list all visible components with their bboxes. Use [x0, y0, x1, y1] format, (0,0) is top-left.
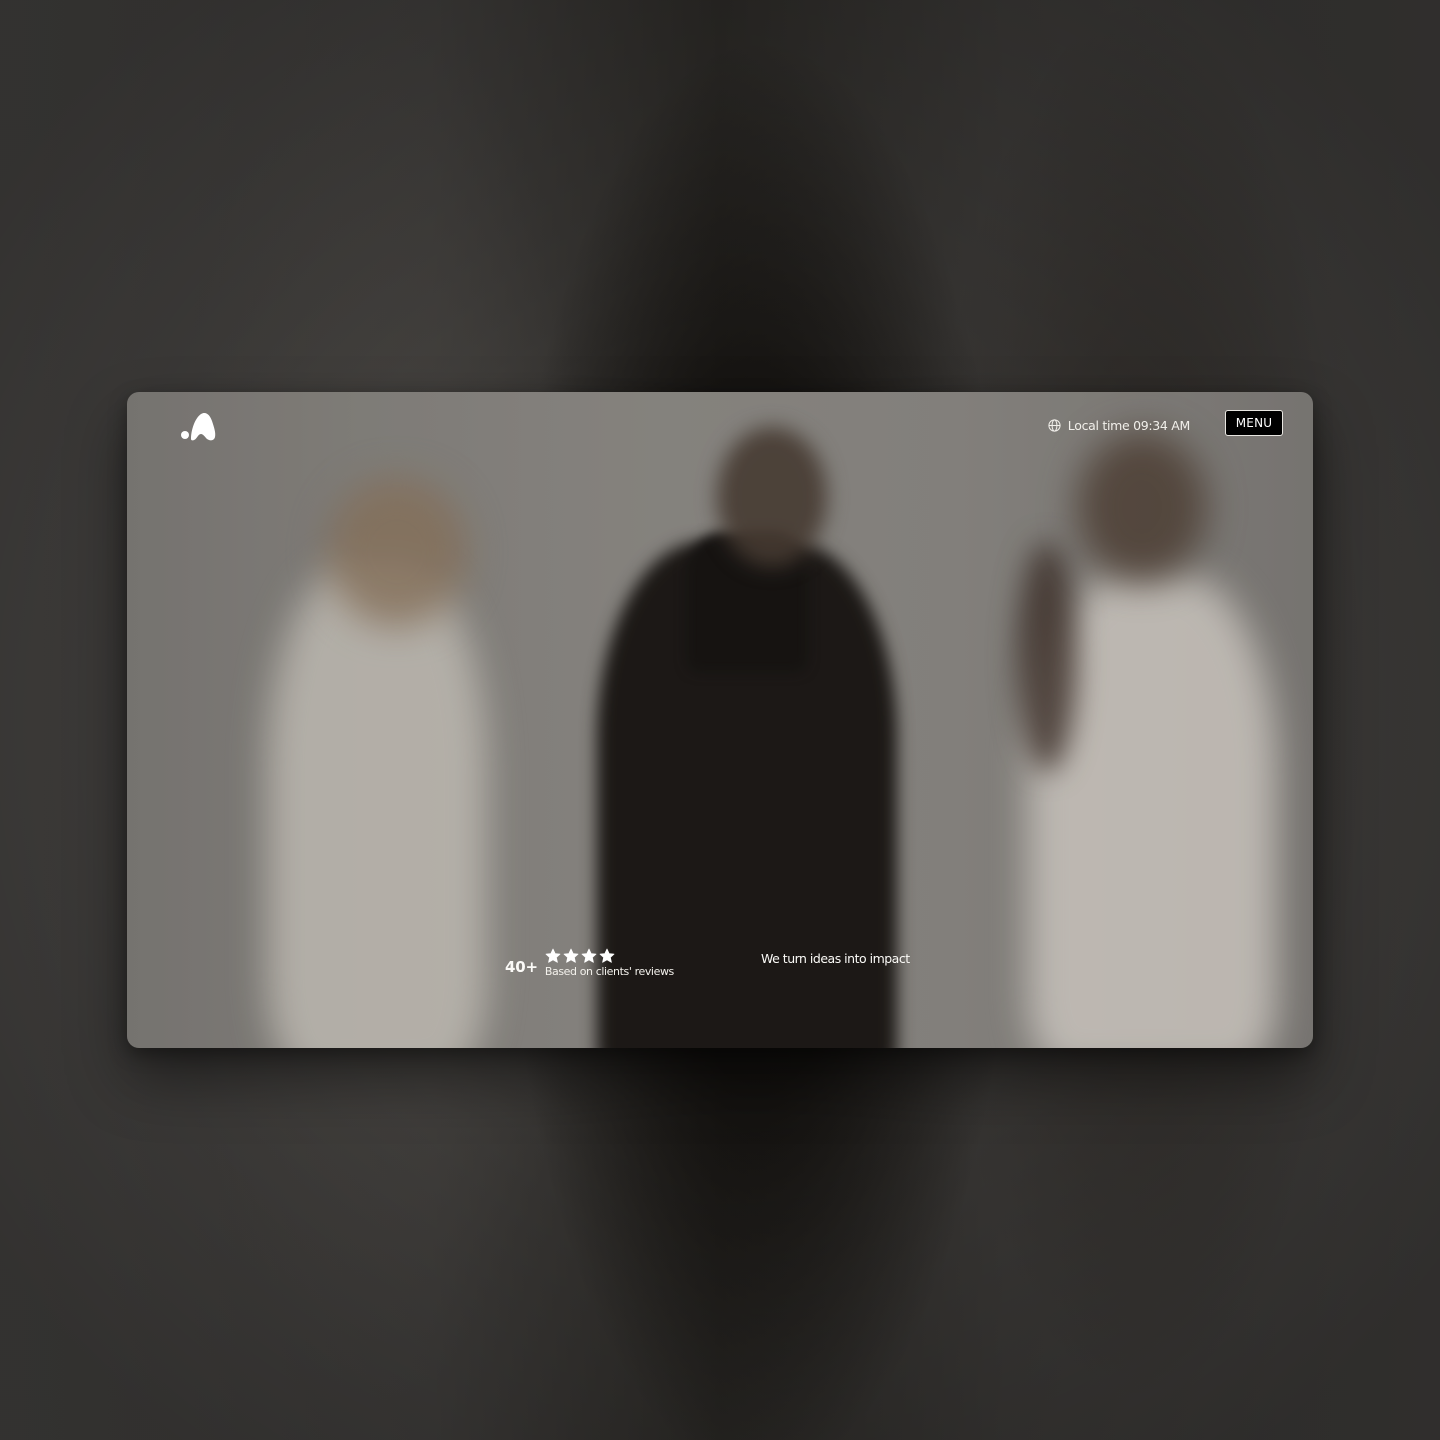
menu-button[interactable]: MENU: [1225, 410, 1283, 436]
hero-tagline: We turn ideas into impact: [761, 951, 910, 966]
local-time-label: Local time 09:34 AM: [1067, 418, 1191, 433]
star-icon: [545, 948, 561, 964]
star-icon: [599, 948, 615, 964]
website-window: Local time 09:34 AM MENU 40+ Based on cl…: [127, 392, 1313, 1048]
globe-icon: [1048, 419, 1061, 432]
star-icon: [563, 948, 579, 964]
rating-stars: [545, 948, 674, 964]
brand-logo-icon[interactable]: [179, 408, 219, 444]
rating-count: 40+: [505, 958, 538, 976]
star-icon: [581, 948, 597, 964]
hero-overlay: [127, 392, 1313, 1048]
rating-caption: Based on clients' reviews: [544, 965, 674, 978]
client-rating: 40+ Based on clients' reviews: [505, 948, 674, 978]
local-time: Local time 09:34 AM: [1048, 418, 1190, 433]
